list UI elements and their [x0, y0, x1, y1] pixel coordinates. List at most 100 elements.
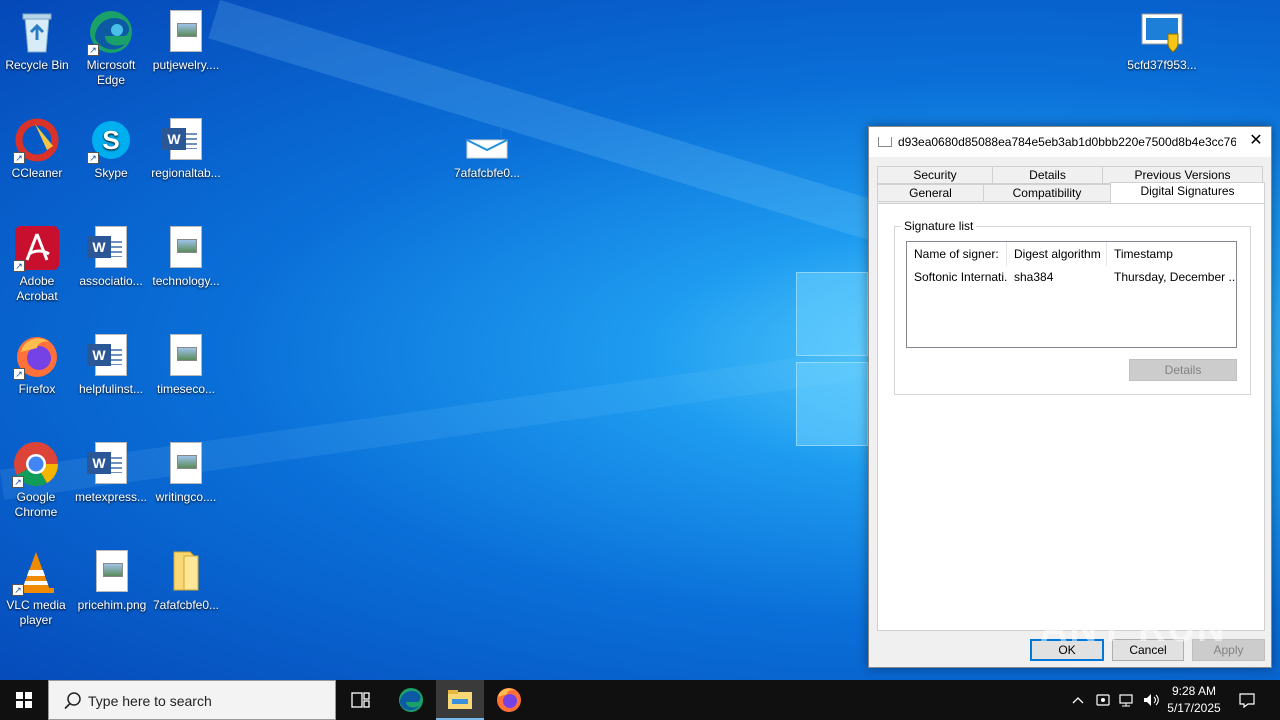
skype-icon: S ↗ [87, 116, 135, 164]
shortcut-arrow-icon: ↗ [13, 152, 25, 164]
icon-label: Recycle Bin [5, 58, 69, 72]
acrobat-icon: ↗ [13, 224, 61, 272]
icon-label: putjewelry.... [152, 58, 220, 72]
word-document-icon: W [87, 440, 135, 488]
image-file-icon [88, 548, 136, 596]
taskbar-search-box[interactable]: Type here to search [48, 680, 336, 720]
word-document-icon: W [87, 332, 135, 380]
icon-label: VLC media player [6, 598, 66, 627]
cell-signer: Softonic Internati... [914, 270, 1007, 284]
column-header-timestamp[interactable]: Timestamp [1107, 242, 1236, 266]
icon-label: 7afafcbfe0... [453, 166, 521, 180]
desktop-icon-word-document[interactable]: W helpfulinst... [73, 332, 149, 397]
taskbar-edge-button[interactable] [387, 680, 435, 720]
column-header-digest[interactable]: Digest algorithm [1007, 242, 1107, 266]
shortcut-arrow-icon: ↗ [87, 44, 99, 56]
word-document-icon: W [87, 224, 135, 272]
desktop-icon-word-document[interactable]: W metexpress... [73, 440, 149, 505]
desktop-icon-google-chrome[interactable]: ↗ Google Chrome [0, 440, 74, 520]
meet-now-icon[interactable] [1093, 690, 1113, 710]
windows-start-icon [16, 692, 32, 708]
folder-icon [162, 548, 210, 596]
file-icon [878, 137, 892, 147]
network-icon[interactable] [1117, 690, 1137, 710]
dialog-titlebar[interactable]: d93ea0680d85088ea784e5eb3ab1d0bbb220e750… [869, 127, 1271, 157]
envelope-file-icon [463, 116, 511, 164]
details-button[interactable]: Details [1129, 359, 1237, 381]
desktop-icon-firefox[interactable]: ↗ Firefox [0, 332, 75, 397]
taskbar-file-explorer-button[interactable] [436, 680, 484, 720]
desktop-icon-word-document[interactable]: W associatio... [73, 224, 149, 289]
taskbar-firefox-button[interactable] [485, 680, 533, 720]
desktop-icon-recycle-bin[interactable]: Recycle Bin [0, 8, 75, 73]
icon-label: timeseco... [156, 382, 216, 396]
clock-time: 9:28 AM [1171, 684, 1217, 698]
svg-text:S: S [102, 125, 119, 155]
desktop-icon-ccleaner[interactable]: ↗ CCleaner [0, 116, 75, 181]
taskbar: Type here to search 9:28 AM 5/17/2025 [0, 680, 1280, 720]
shortcut-arrow-icon: ↗ [12, 476, 24, 488]
signature-list-label: Signature list [901, 219, 977, 233]
icon-label: 5cfd37f953... [1127, 58, 1197, 72]
desktop-icon-file[interactable]: 7afafcbfe0... [449, 116, 525, 181]
shortcut-arrow-icon: ↗ [13, 260, 25, 272]
show-hidden-icons-chevron-icon[interactable] [1068, 690, 1088, 710]
notification-center-icon[interactable] [1237, 690, 1257, 710]
tab-digital-signatures[interactable]: Digital Signatures [1110, 182, 1265, 203]
tab-details[interactable]: Details [992, 166, 1103, 184]
desktop-icon-word-document[interactable]: W regionaltab... [148, 116, 224, 181]
file-explorer-icon [448, 690, 472, 709]
search-placeholder: Type here to search [88, 693, 212, 709]
shortcut-arrow-icon: ↗ [13, 368, 25, 380]
desktop-icon-image-file[interactable]: timeseco... [148, 332, 224, 397]
desktop-icon-skype[interactable]: S ↗ Skype [73, 116, 149, 181]
icon-label: writingco.... [155, 490, 217, 504]
icon-label: Microsoft Edge [86, 58, 136, 87]
image-file-icon [162, 332, 210, 380]
task-view-button[interactable] [336, 680, 384, 720]
clock-date: 5/17/2025 [1167, 701, 1221, 715]
desktop-icon-vlc[interactable]: ↗ VLC media player [0, 548, 74, 628]
desktop-icon-image-file[interactable]: putjewelry.... [148, 8, 224, 73]
desktop-icon-installer[interactable]: 5cfd37f953... [1124, 8, 1200, 73]
properties-dialog: d93ea0680d85088ea784e5eb3ab1d0bbb220e750… [868, 126, 1272, 668]
task-view-icon [351, 692, 370, 708]
firefox-icon [497, 688, 521, 712]
icon-label: 7afafcbfe0... [152, 598, 220, 612]
icon-label: technology... [152, 274, 220, 288]
close-icon[interactable]: ✕ [1241, 127, 1271, 157]
desktop-icon-image-file[interactable]: technology... [148, 224, 224, 289]
desktop-icon-microsoft-edge[interactable]: ↗ Microsoft Edge [73, 8, 149, 88]
tab-security[interactable]: Security [877, 166, 993, 184]
shortcut-arrow-icon: ↗ [12, 584, 24, 596]
desktop-icon-folder[interactable]: 7afafcbfe0... [148, 548, 224, 613]
cell-digest: sha384 [1014, 270, 1054, 284]
taskbar-clock[interactable]: 9:28 AM 5/17/2025 [1158, 683, 1230, 717]
tab-compatibility[interactable]: Compatibility [983, 184, 1111, 202]
tab-general[interactable]: General [877, 184, 984, 202]
desktop-icon-image-file[interactable]: writingco.... [148, 440, 224, 505]
cell-timestamp: Thursday, December ... [1114, 270, 1235, 284]
desktop-icon-adobe-acrobat[interactable]: ↗ Adobe Acrobat [0, 224, 75, 304]
cancel-button[interactable]: Cancel [1112, 639, 1184, 661]
signature-list-group: Signature list Name of signer: Digest al… [894, 219, 1251, 395]
ok-button[interactable]: OK [1030, 639, 1104, 661]
digital-signatures-panel: Signature list Name of signer: Digest al… [877, 203, 1265, 631]
icon-label: Google Chrome [14, 490, 58, 519]
icon-label: pricehim.png [77, 598, 147, 612]
column-header-signer[interactable]: Name of signer: [907, 242, 1007, 266]
image-file-icon [162, 440, 210, 488]
image-file-icon [162, 224, 210, 272]
edge-icon: ↗ [87, 8, 135, 56]
vlc-cone-icon: ↗ [12, 548, 60, 596]
chrome-icon: ↗ [12, 440, 60, 488]
icon-label: associatio... [79, 274, 143, 288]
firefox-icon: ↗ [13, 332, 61, 380]
dialog-title: d93ea0680d85088ea784e5eb3ab1d0bbb220e750… [898, 135, 1236, 149]
start-button[interactable] [0, 680, 48, 720]
search-icon [63, 691, 83, 711]
ccleaner-icon: ↗ [13, 116, 61, 164]
desktop-icon-image-file[interactable]: pricehim.png [74, 548, 150, 613]
apply-button[interactable]: Apply [1192, 639, 1265, 661]
signature-list-view[interactable]: Name of signer: Digest algorithm Timesta… [906, 241, 1237, 348]
